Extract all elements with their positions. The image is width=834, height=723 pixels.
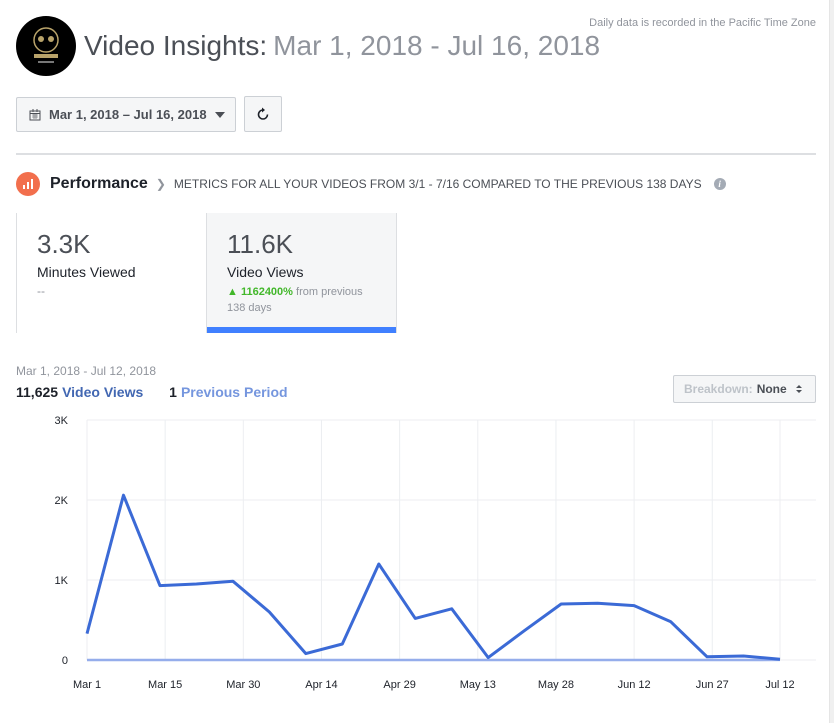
previous-total: 1 xyxy=(169,384,177,400)
timezone-note: Daily data is recorded in the Pacific Ti… xyxy=(589,17,816,29)
metric-value: 11.6K xyxy=(227,229,294,259)
x-tick-label: Mar 1 xyxy=(73,679,101,691)
y-tick-label: 0 xyxy=(62,655,68,667)
calendar-icon xyxy=(29,108,41,120)
page-title: Video Insights: Mar 1, 2018 - Jul 16, 201… xyxy=(84,30,600,62)
x-tick-label: Jul 12 xyxy=(765,679,794,691)
metric-value: 3.3K xyxy=(37,229,91,259)
metric-label: Video Views xyxy=(227,264,304,280)
y-tick-label: 2K xyxy=(55,495,69,507)
divider xyxy=(16,153,816,155)
performance-icon xyxy=(16,172,40,196)
metric-card-minutes-viewed[interactable]: 3.3K Minutes Viewed -- xyxy=(16,213,206,333)
y-tick-label: 3K xyxy=(55,415,69,427)
x-tick-label: Apr 29 xyxy=(383,679,415,691)
x-tick-label: Jun 12 xyxy=(618,679,651,691)
y-tick-label: 1K xyxy=(55,575,69,587)
breakdown-select[interactable]: Breakdown: None xyxy=(673,375,816,403)
change-suffix: from previous xyxy=(296,286,363,298)
performance-subtitle: METRICS FOR ALL YOUR VIDEOS FROM 3/1 - 7… xyxy=(173,177,702,191)
page-avatar[interactable] xyxy=(16,16,76,76)
metric-card-video-views[interactable]: 11.6K Video Views ▲ 1162400% from previo… xyxy=(206,213,397,333)
selected-indicator xyxy=(207,327,396,333)
title-date-range: Mar 1, 2018 - Jul 16, 2018 xyxy=(273,30,601,61)
date-range-picker[interactable]: Mar 1, 2018 – Jul 16, 2018 xyxy=(16,97,236,132)
chart-legend: 11,625 Video Views 1 Previous Period xyxy=(16,384,288,400)
sort-arrows-icon xyxy=(795,385,802,393)
legend-previous-period[interactable]: Previous Period xyxy=(181,384,288,400)
title-text: Video Insights: xyxy=(84,30,268,61)
x-tick-label: Mar 30 xyxy=(226,679,260,691)
metric-change: ▲ 1162400% from previous 138 days xyxy=(227,284,376,316)
performance-title: Performance xyxy=(50,175,148,192)
breakdown-label: Breakdown: xyxy=(684,382,753,396)
video-views-chart: 0 1K 2K 3K Mar 1 Mar 15 Mar 30 Apr 14 Apr 29 May … xyxy=(55,415,816,691)
legend-video-views[interactable]: Video Views xyxy=(62,384,143,400)
metric-label: Minutes Viewed xyxy=(37,264,136,280)
change-percent: 1162400% xyxy=(240,286,293,298)
date-range-label: Mar 1, 2018 – Jul 16, 2018 xyxy=(49,107,207,122)
change-period: 138 days xyxy=(227,302,272,314)
chevron-right-icon: ❯ xyxy=(155,177,166,191)
caret-down-icon xyxy=(214,111,225,118)
x-tick-label: May 28 xyxy=(538,679,574,691)
scrollbar[interactable] xyxy=(829,0,834,723)
refresh-icon xyxy=(257,107,269,120)
series-line-video-views xyxy=(85,493,781,661)
refresh-button[interactable] xyxy=(244,96,282,132)
performance-header: Performance ❯ METRICS FOR ALL YOUR VIDEO… xyxy=(16,172,726,196)
total-value: 11,625 xyxy=(16,384,59,400)
chart-date-range: Mar 1, 2018 - Jul 12, 2018 xyxy=(16,364,157,378)
x-tick-label: Mar 15 xyxy=(148,679,182,691)
info-icon[interactable]: i xyxy=(713,178,726,190)
up-arrow-icon: ▲ xyxy=(227,286,238,298)
breakdown-value: None xyxy=(756,382,787,396)
x-tick-label: Apr 14 xyxy=(305,679,337,691)
metric-change: -- xyxy=(37,284,45,298)
x-tick-label: Jun 27 xyxy=(696,679,729,691)
x-tick-label: May 13 xyxy=(460,679,496,691)
